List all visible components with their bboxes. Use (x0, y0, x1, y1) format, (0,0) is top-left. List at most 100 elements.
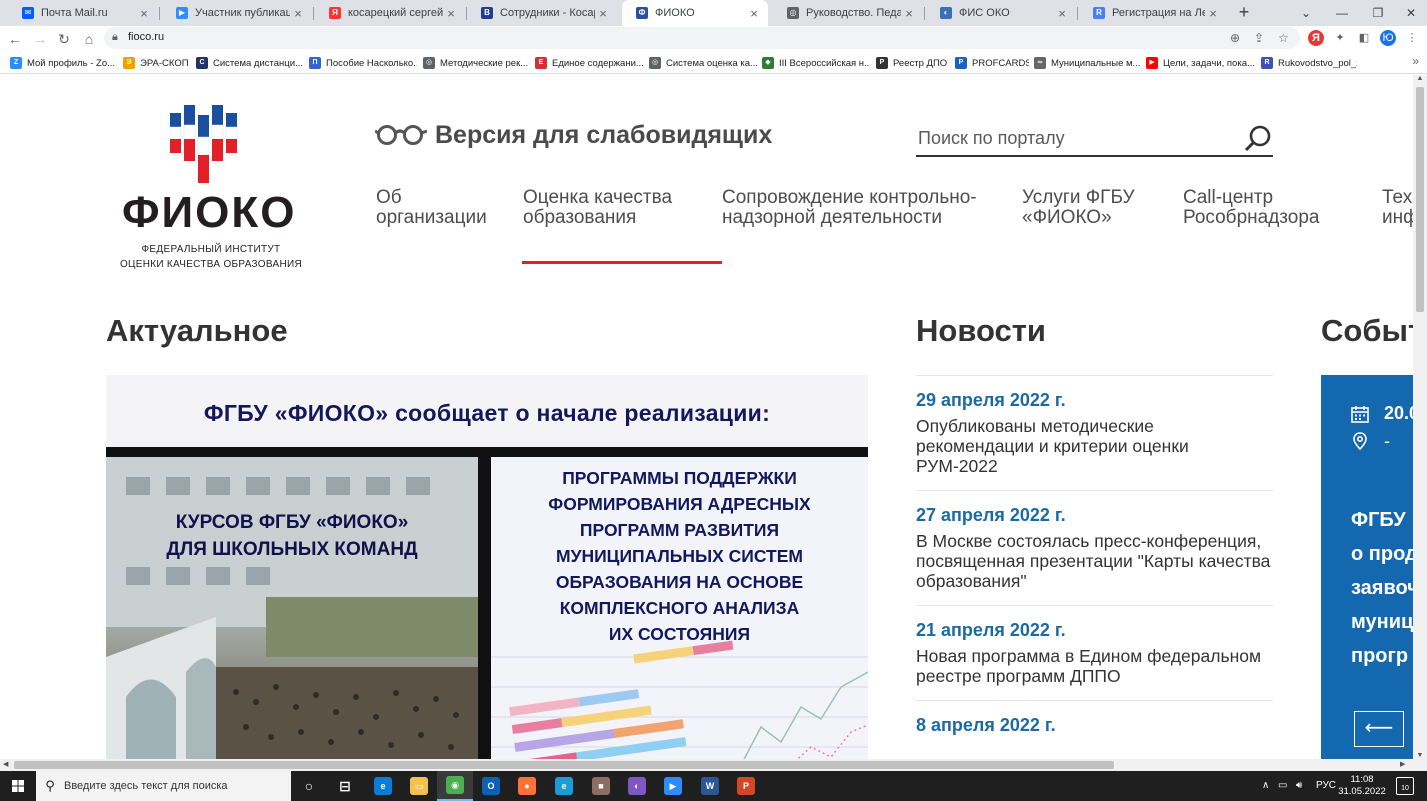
calendar-icon (1351, 406, 1369, 423)
featured-banner[interactable]: ФГБУ «ФИОКО» сообщает о начале реализаци… (106, 375, 868, 759)
taskbar-app-firefox[interactable]: ● (509, 771, 545, 801)
news-item[interactable]: 27 апреля 2022 г. В Москве состоялась пре… (916, 490, 1273, 605)
taskbar-app-multitask[interactable]: ⊟ (327, 771, 363, 801)
low-vision-link[interactable]: Версия для слабовидящих (375, 119, 772, 151)
browser-tab[interactable]: ▶ Участник публикации - Zoom× (162, 0, 312, 26)
event-card[interactable]: 20.0 - ФГБУ о прод заявоч муниц прогр ⟵ (1321, 375, 1413, 759)
menu-call-center[interactable]: Call-центр Рособрнадзора (1183, 188, 1319, 228)
news-item[interactable]: 29 апреля 2022 г. Опубликованы методическ… (916, 375, 1273, 490)
tab-close-icon[interactable]: × (901, 6, 917, 21)
browser-tab[interactable]: ◎ Руководство. Педагогический× (773, 0, 923, 26)
bookmark-item[interactable]: Э ЭРА-СКОП (123, 55, 191, 71)
tab-search-icon[interactable]: ⌄ (1288, 0, 1324, 26)
bookmark-item[interactable]: R Rukovodstvo_pol_z... (1261, 55, 1357, 71)
menu-services[interactable]: Услуги ФГБУ «ФИОКО» (1022, 188, 1135, 228)
extensions-icon[interactable]: ✦ (1332, 30, 1348, 46)
taskbar-app-edge[interactable]: e (365, 771, 401, 801)
taskbar-app-word[interactable]: W (692, 771, 728, 801)
bookmark-item[interactable]: ◆ III Всероссийская н... (762, 55, 870, 71)
zoom-icon[interactable]: ⊕ (1230, 31, 1240, 45)
scroll-down-arrow[interactable]: ▼ (1413, 752, 1427, 759)
taskbar-app-powerpoint[interactable]: P (728, 771, 764, 801)
tab-close-icon[interactable]: × (746, 6, 762, 21)
taskbar-app-zoom[interactable]: ▶ (655, 771, 691, 801)
tab-close-icon[interactable]: × (595, 6, 611, 21)
notifications-icon[interactable]: 10 (1396, 777, 1414, 795)
taskbar-app-app-purple[interactable]: ◐ (619, 771, 655, 801)
volume-icon[interactable]: 🔊︎ (1296, 771, 1302, 801)
browser-tab[interactable]: Якосарецкий сергей геннадьевич× (315, 0, 465, 26)
side-panel-icon[interactable]: ◧ (1356, 30, 1372, 46)
profile-avatar[interactable]: Ю (1380, 30, 1396, 46)
share-icon[interactable]: ⇪ (1254, 31, 1264, 45)
address-bar[interactable]: 🔒︎ fioco.ru ⊕ ⇪ ☆ (104, 27, 1300, 49)
taskbar-app-app-brown[interactable]: ■ (583, 771, 619, 801)
menu-oversight-support[interactable]: Сопровождение контрольно- надзорной деят… (722, 188, 977, 228)
search-input[interactable] (916, 121, 1226, 155)
bookmark-item[interactable]: ▶ Цели, задачи, пока... (1146, 55, 1256, 71)
scroll-up-arrow[interactable]: ▲ (1413, 75, 1427, 82)
news-headline[interactable]: В Москве состоялась пресс-конференция, п… (916, 531, 1273, 591)
bookmarks-overflow-button[interactable]: » (1412, 54, 1419, 68)
network-icon[interactable]: ▭ (1278, 771, 1287, 801)
menu-kebab-icon[interactable]: ⋮ (1404, 30, 1420, 46)
input-language[interactable]: РУС (1316, 771, 1336, 801)
bookmark-item[interactable]: ◎ Система оценка ка... (649, 55, 757, 71)
tab-close-icon[interactable]: × (290, 6, 306, 21)
system-clock[interactable]: 11:08 31.05.2022 (1337, 774, 1387, 798)
search-icon[interactable] (1243, 124, 1273, 154)
forward-button[interactable]: → (29, 28, 51, 50)
browser-tab[interactable]: Ф ФИОКО × (622, 0, 768, 26)
taskbar-app-ie[interactable]: e (546, 771, 582, 801)
vertical-scroll-thumb[interactable] (1416, 87, 1424, 312)
browser-tab[interactable]: В Сотрудники - Косарецкий Сергей× (467, 0, 617, 26)
reload-button[interactable]: ↻ (53, 28, 75, 50)
tab-close-icon[interactable]: × (1205, 6, 1221, 21)
close-window-button[interactable]: ✕ (1395, 0, 1427, 26)
menu-about[interactable]: Об организации (376, 188, 487, 228)
tab-close-icon[interactable]: × (136, 6, 152, 21)
back-button[interactable]: ← (4, 28, 26, 50)
windows-start-icon[interactable] (0, 771, 36, 801)
menu-tech-info[interactable]: Тех инф (1382, 188, 1413, 228)
horizontal-scrollbar[interactable]: ◀ ▶ (0, 759, 1427, 771)
taskbar-search[interactable]: ⚲ Введите здесь текст для поиска (36, 771, 291, 801)
news-headline[interactable]: Новая программа в Едином федеральном рее… (916, 646, 1273, 686)
vertical-scrollbar[interactable]: ▲ ▼ (1413, 75, 1427, 759)
menu-quality-assessment[interactable]: Оценка качества образования (523, 188, 672, 228)
bookmark-item[interactable]: Z Мой профиль - Zo... (10, 55, 118, 71)
bookmark-item[interactable]: Р Реестр ДПО (876, 55, 950, 71)
clock-time: 11:08 (1350, 774, 1374, 785)
news-headline[interactable]: Опубликованы методические рекомендации и… (916, 416, 1273, 476)
scroll-left-arrow[interactable]: ◀ (3, 759, 8, 771)
news-item[interactable]: 21 апреля 2022 г. Новая программа в Едино… (916, 605, 1273, 700)
bookmark-item[interactable]: ◎ Методические рек... (423, 55, 531, 71)
taskbar-app-outlook[interactable]: O (473, 771, 509, 801)
news-item[interactable]: 8 апреля 2022 г. (916, 700, 1273, 755)
taskbar-app-task-view[interactable]: ○ (291, 771, 327, 801)
browser-tab[interactable]: ✉ Почта Mail.ru × (8, 0, 158, 26)
logo-wordmark[interactable]: ФИОКО (122, 188, 296, 238)
browser-tab[interactable]: R Регистрация на Летнюю школу× (1079, 0, 1227, 26)
new-tab-button[interactable]: + (1233, 0, 1255, 26)
bookmark-item[interactable]: Е Единое содержани... (535, 55, 643, 71)
horizontal-scroll-thumb[interactable] (14, 761, 1114, 769)
maximize-button[interactable]: ❐ (1360, 0, 1396, 26)
bookmark-item[interactable]: ∞ Муниципальные м... (1034, 55, 1142, 71)
taskbar-app-explorer[interactable]: ▭ (401, 771, 437, 801)
fioco-logo-icon[interactable] (170, 105, 254, 185)
tab-close-icon[interactable]: × (1054, 6, 1070, 21)
tray-chevron-icon[interactable]: ∧ (1262, 771, 1269, 801)
tab-close-icon[interactable]: × (443, 6, 459, 21)
bookmark-item[interactable]: П Пособие Насколько... (309, 55, 417, 71)
taskbar-app-chrome[interactable]: ◉ (437, 771, 473, 801)
minimize-button[interactable]: — (1324, 0, 1360, 26)
event-prev-button[interactable]: ⟵ (1354, 711, 1404, 747)
bookmark-star-icon[interactable]: ☆ (1278, 31, 1289, 45)
scroll-right-arrow[interactable]: ▶ (1400, 759, 1405, 771)
yandex-extension-icon[interactable]: Я (1308, 30, 1324, 46)
bookmark-item[interactable]: P PROFCARDS (955, 55, 1029, 71)
browser-tab[interactable]: ◐ ФИС ОКО × (926, 0, 1076, 26)
home-button[interactable]: ⌂ (78, 28, 100, 50)
bookmark-item[interactable]: С Система дистанци... (196, 55, 304, 71)
